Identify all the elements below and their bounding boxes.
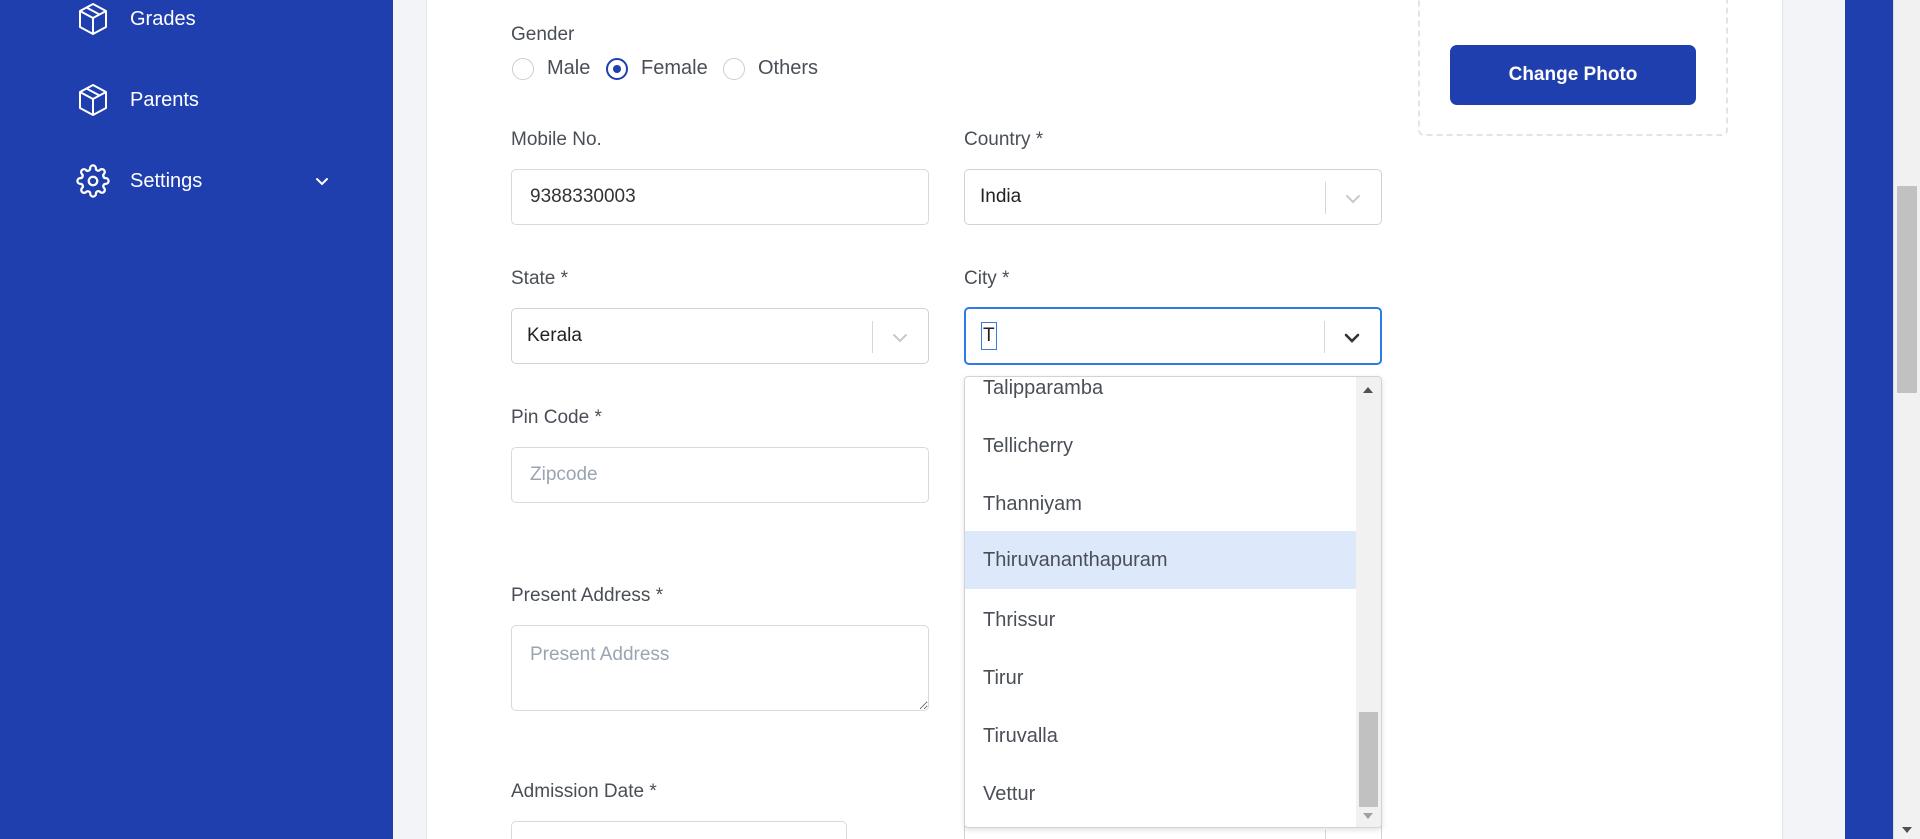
pincode-input[interactable]: Zipcode bbox=[511, 447, 929, 503]
gear-icon bbox=[76, 164, 110, 198]
gender-label: Gender bbox=[511, 24, 575, 45]
gender-option-label: Male bbox=[547, 57, 591, 79]
chevron-down-icon[interactable] bbox=[312, 171, 332, 191]
page-scrollbar-thumb[interactable] bbox=[1897, 186, 1917, 393]
select-separator bbox=[872, 321, 873, 353]
admission-date-input[interactable] bbox=[511, 821, 847, 839]
select-separator bbox=[1325, 830, 1326, 839]
city-select[interactable]: T bbox=[964, 307, 1382, 365]
city-label: City * bbox=[964, 268, 1010, 289]
city-option[interactable]: Tiruvalla bbox=[965, 707, 1357, 765]
gender-option-label: Others bbox=[758, 57, 819, 79]
chevron-down-icon[interactable] bbox=[1342, 328, 1362, 348]
present-address-textarea[interactable] bbox=[511, 625, 929, 711]
city-option[interactable]: Thrissur bbox=[965, 591, 1357, 649]
city-search-input[interactable]: T bbox=[981, 322, 997, 350]
select-separator bbox=[1324, 321, 1325, 353]
select-separator bbox=[1325, 182, 1326, 214]
cube-icon bbox=[76, 83, 110, 117]
cube-icon bbox=[76, 2, 110, 36]
page-scrollbar[interactable] bbox=[1893, 0, 1920, 839]
city-option-highlighted[interactable]: Thiruvananthapuram bbox=[965, 531, 1357, 589]
dropdown-scrollbar-thumb[interactable] bbox=[1359, 712, 1378, 807]
sidebar-item-label: Settings bbox=[130, 169, 203, 192]
scroll-down-icon[interactable] bbox=[1902, 827, 1912, 833]
state-value: Kerala bbox=[527, 325, 582, 346]
country-select[interactable]: India bbox=[964, 169, 1382, 225]
sidebar-item-label: Grades bbox=[130, 7, 196, 30]
gender-option-label: Female bbox=[641, 57, 708, 79]
country-label: Country * bbox=[964, 129, 1044, 150]
city-option[interactable]: Tirur bbox=[965, 649, 1357, 707]
scroll-up-icon[interactable] bbox=[1363, 387, 1373, 393]
chevron-down-icon[interactable] bbox=[1343, 189, 1363, 209]
change-photo-button[interactable]: Change Photo bbox=[1450, 45, 1696, 105]
country-value: India bbox=[980, 186, 1022, 207]
city-option[interactable]: Thanniyam bbox=[965, 475, 1357, 533]
city-option[interactable]: Vettur bbox=[965, 765, 1357, 823]
chevron-down-icon[interactable] bbox=[890, 328, 910, 348]
present-address-label: Present Address * bbox=[511, 585, 664, 606]
gender-radio-others[interactable] bbox=[723, 58, 745, 80]
sidebar-item-settings[interactable]: Settings bbox=[76, 164, 332, 198]
city-option[interactable]: Tellicherry bbox=[965, 417, 1357, 475]
state-select[interactable]: Kerala bbox=[511, 308, 929, 364]
pincode-label: Pin Code * bbox=[511, 407, 602, 428]
mobile-input[interactable]: 9388330003 bbox=[511, 169, 929, 225]
gender-radio-male[interactable] bbox=[512, 58, 534, 80]
state-label: State * bbox=[511, 268, 569, 289]
sidebar-item-parents[interactable]: Parents bbox=[76, 83, 332, 117]
scroll-down-icon[interactable] bbox=[1363, 813, 1373, 819]
gender-radio-female[interactable] bbox=[606, 58, 628, 80]
sidebar-item-grades[interactable]: Grades bbox=[76, 2, 332, 36]
dropdown-scrollbar[interactable] bbox=[1356, 377, 1381, 827]
city-option[interactable]: Talipparamba bbox=[965, 377, 1357, 417]
mobile-label: Mobile No. bbox=[511, 129, 602, 150]
sidebar-item-label: Parents bbox=[130, 88, 199, 111]
admission-date-label: Admission Date * bbox=[511, 781, 657, 802]
sidebar: Grades Parents Settings bbox=[0, 0, 393, 839]
city-dropdown-menu: Talipparamba Tellicherry Thanniyam Thiru… bbox=[964, 376, 1382, 828]
right-strip bbox=[1845, 0, 1893, 839]
